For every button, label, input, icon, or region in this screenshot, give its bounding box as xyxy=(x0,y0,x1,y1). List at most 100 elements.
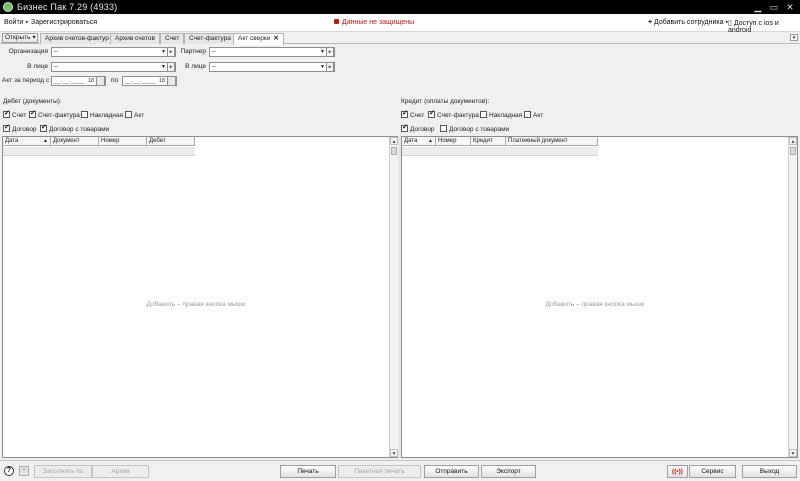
app-logo-icon xyxy=(3,2,13,12)
column-header-document[interactable]: Документ xyxy=(51,137,99,146)
credit-checkbox-waybill[interactable]: Накладная xyxy=(480,111,522,119)
scroll-up-icon[interactable]: ▲ xyxy=(789,137,797,145)
scroll-down-icon[interactable]: ▼ xyxy=(390,449,398,457)
date-to-number: 18 xyxy=(158,78,165,84)
tabs-bar: Открыть ▾ Архив счетов-фактур Архив счет… xyxy=(0,32,800,45)
credit-checkbox-bill[interactable]: Счет xyxy=(401,109,424,119)
checkbox-box[interactable] xyxy=(81,111,88,118)
column-header-date[interactable]: Дата ▲ xyxy=(402,137,436,146)
checkbox-box[interactable] xyxy=(428,109,435,118)
checkbox-label: Накладная xyxy=(90,112,124,119)
checkbox-box[interactable] xyxy=(3,109,10,118)
in-person-select[interactable]: – ▼ ▸ xyxy=(51,62,176,72)
service-button[interactable]: Сервис xyxy=(689,465,736,478)
partner-in-person-select[interactable]: – ▼ ▸ xyxy=(209,62,335,72)
debit-scrollbar[interactable]: ▲ ▼ xyxy=(389,137,398,457)
debit-title: Дебет (документы): xyxy=(3,98,62,105)
tab-invoice-archive[interactable]: Архив счетов-фактур xyxy=(40,33,114,44)
checkbox-label: Акт xyxy=(134,112,145,119)
close-window-button[interactable]: ✕ xyxy=(782,1,798,13)
debit-grid-header: Дата ▲ Документ Номер Дебет xyxy=(3,137,195,146)
partner-select[interactable]: – ▼ ▸ xyxy=(209,47,335,57)
dropdown-icon: ▼ xyxy=(320,64,325,70)
batch-print-button[interactable]: Пакетная печать xyxy=(338,465,421,478)
warning-text: Данные не защищены xyxy=(342,19,415,26)
credit-checkbox-contract[interactable]: Договор xyxy=(401,123,435,133)
date-from-value: __.__.____ xyxy=(54,78,85,84)
close-tab-icon[interactable]: ✕ xyxy=(273,35,278,42)
checkbox-box[interactable] xyxy=(440,125,447,132)
checkbox-box[interactable] xyxy=(524,111,531,118)
print-button[interactable]: Печать xyxy=(280,465,336,478)
calendar-icon[interactable] xyxy=(167,76,176,86)
help-icon[interactable]: ? xyxy=(4,466,14,476)
login-menu[interactable]: Войти ▪ xyxy=(4,19,28,26)
partner-value: – xyxy=(212,48,216,55)
checkbox-box[interactable] xyxy=(40,123,47,132)
scroll-up-icon[interactable]: ▲ xyxy=(390,137,398,145)
calendar-icon[interactable] xyxy=(96,76,105,86)
open-dropdown-button[interactable]: Открыть ▾ xyxy=(2,33,38,43)
archive-button[interactable]: Архив xyxy=(92,465,149,478)
lock-icon xyxy=(334,19,339,24)
checkbox-box[interactable] xyxy=(125,111,132,118)
checkbox-box[interactable] xyxy=(401,123,408,132)
exit-button[interactable]: Выход xyxy=(742,465,797,478)
tab-invoice[interactable]: Счет-фактура xyxy=(184,33,236,44)
credit-checkbox-invoice[interactable]: Счет-фактура xyxy=(428,109,479,119)
open-arrow-icon[interactable]: ▸ xyxy=(326,47,334,57)
organization-value: – xyxy=(54,48,58,55)
column-header-credit[interactable]: Кредит xyxy=(471,137,506,146)
plus-icon: + xyxy=(648,19,653,26)
checkbox-label: Акт xyxy=(533,112,544,119)
tab-bill-archive[interactable]: Архив счетов xyxy=(110,33,160,44)
fill-from-button[interactable]: Заполнить по xyxy=(34,465,92,478)
top-menu: Войти ▪ Зарегистрироваться Данные не защ… xyxy=(0,14,800,34)
organization-select[interactable]: – ▼ ▸ xyxy=(51,47,176,57)
partner-label: Партнер xyxy=(180,48,206,55)
credit-checkbox-contract-goods[interactable]: Договор с товарами xyxy=(440,125,509,133)
window-title: Бизнес Пак 7.29 (4933) xyxy=(17,2,118,12)
data-unprotected-warning[interactable]: Данные не защищены xyxy=(334,19,414,26)
partner-in-person-value: – xyxy=(212,63,216,70)
tabs-scroll-button[interactable]: ▾ xyxy=(790,34,798,41)
column-header-number[interactable]: Номер xyxy=(99,137,147,146)
debit-checkbox-act[interactable]: Акт xyxy=(125,111,144,119)
maximize-button[interactable]: ▭ xyxy=(766,1,782,13)
debit-checkbox-contract[interactable]: Договор xyxy=(3,123,37,133)
credit-checkbox-act[interactable]: Акт xyxy=(524,111,543,119)
column-header-date[interactable]: Дата ▲ xyxy=(3,137,51,146)
export-button[interactable]: Экспорт xyxy=(481,465,536,478)
tab-reconciliation-act[interactable]: Акт сверки ✕ xyxy=(233,33,284,45)
credit-scrollbar[interactable]: ▲ ▼ xyxy=(788,137,797,457)
radio-signal-icon[interactable]: ((•)) xyxy=(667,465,688,478)
debit-grid[interactable]: Дата ▲ Документ Номер Дебет Добавить – пр… xyxy=(2,136,399,458)
scroll-thumb[interactable] xyxy=(790,147,796,155)
add-employee-menu[interactable]: + Добавить сотрудника ▪ xyxy=(648,19,728,26)
debit-checkbox-waybill[interactable]: Накладная xyxy=(81,111,123,119)
checkbox-box[interactable] xyxy=(401,109,408,118)
scroll-thumb[interactable] xyxy=(391,147,397,155)
checkbox-box[interactable] xyxy=(3,123,10,132)
checkbox-box[interactable] xyxy=(480,111,487,118)
table-row[interactable] xyxy=(3,147,195,156)
tab-reconciliation-label: Акт сверки xyxy=(238,35,271,42)
date-from-input[interactable]: __.__.____ 18 xyxy=(51,76,106,86)
date-to-input[interactable]: __.__.____ 18 xyxy=(122,76,177,86)
minimize-button[interactable]: ▁ xyxy=(750,1,766,13)
checkbox-box[interactable] xyxy=(29,109,36,118)
save-icon[interactable] xyxy=(19,466,29,476)
column-header-debit[interactable]: Дебет xyxy=(147,137,195,146)
table-row[interactable] xyxy=(402,147,598,156)
open-arrow-icon[interactable]: ▸ xyxy=(326,62,334,72)
credit-grid[interactable]: Дата ▲ Номер Кредит Платежный документ До… xyxy=(401,136,798,458)
tab-bill[interactable]: Счет xyxy=(160,33,185,44)
debit-checkbox-invoice[interactable]: Счет-фактура xyxy=(29,109,80,119)
register-link[interactable]: Зарегистрироваться xyxy=(31,19,97,26)
debit-checkbox-contract-goods[interactable]: Договор с товарами xyxy=(40,123,109,133)
debit-checkbox-bill[interactable]: Счет xyxy=(3,109,26,119)
column-header-payment-document[interactable]: Платежный документ xyxy=(506,137,598,146)
send-button[interactable]: Отправить xyxy=(424,465,479,478)
scroll-down-icon[interactable]: ▼ xyxy=(789,449,797,457)
column-header-number[interactable]: Номер xyxy=(436,137,471,146)
